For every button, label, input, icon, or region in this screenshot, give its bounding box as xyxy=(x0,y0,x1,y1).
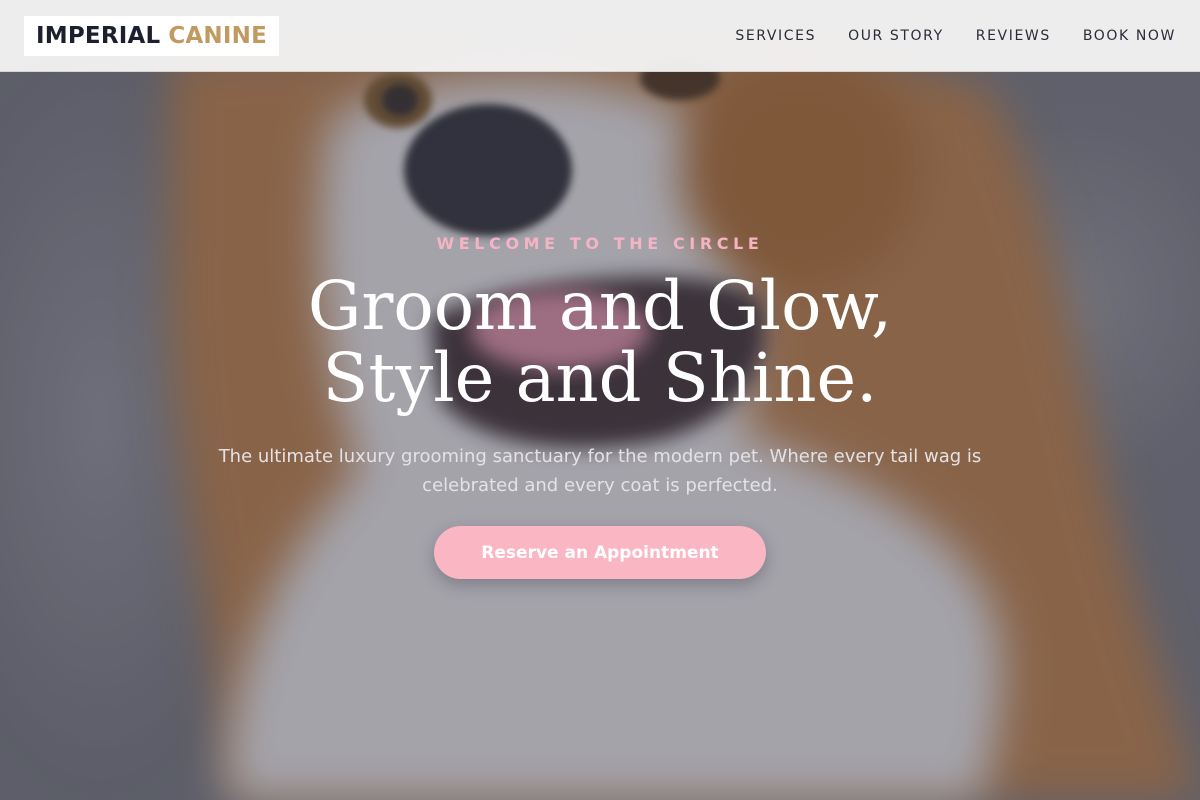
hero-eyebrow: WELCOME TO THE CIRCLE xyxy=(436,234,764,253)
brand-logo[interactable]: IMPERIAL CANINE xyxy=(24,15,279,56)
hero-headline-line1: Groom and Glow, xyxy=(307,267,893,345)
hero-headline: Groom and Glow, Style and Shine. xyxy=(0,270,1200,414)
nav-link-book-now[interactable]: BOOK NOW xyxy=(1083,28,1176,44)
hero-subtext: The ultimate luxury grooming sanctuary f… xyxy=(218,446,982,496)
nav-link-services[interactable]: SERVICES xyxy=(735,28,816,44)
nav-link-our-story[interactable]: OUR STORY xyxy=(848,28,944,44)
top-navbar: IMPERIAL CANINE SERVICES OUR STORY REVIE… xyxy=(0,0,1200,72)
main-nav: SERVICES OUR STORY REVIEWS BOOK NOW xyxy=(703,28,1176,44)
reserve-appointment-button[interactable]: Reserve an Appointment xyxy=(434,526,766,579)
hero-section: WELCOME TO THE CIRCLE Groom and Glow, St… xyxy=(0,0,1200,800)
brand-name-part1: IMPERIAL xyxy=(36,22,161,49)
nav-link-reviews[interactable]: REVIEWS xyxy=(976,28,1051,44)
brand-name-part2: CANINE xyxy=(168,22,267,49)
hero-headline-line2: Style and Shine. xyxy=(322,339,878,417)
